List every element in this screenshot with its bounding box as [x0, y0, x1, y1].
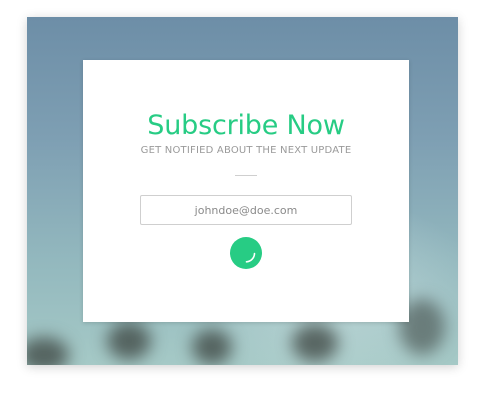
subscribe-card: Subscribe Now GET NOTIFIED ABOUT THE NEX… [83, 60, 409, 322]
background-blurred-shape [292, 324, 338, 362]
subscribe-subtitle: GET NOTIFIED ABOUT THE NEXT UPDATE [140, 145, 352, 156]
background-blurred-shape [27, 337, 69, 365]
submit-button[interactable] [230, 237, 262, 269]
divider [235, 175, 257, 176]
background-blurred-shape [107, 322, 151, 360]
subscribe-title: Subscribe Now [147, 110, 345, 141]
background-blurred-shape [192, 329, 232, 365]
email-input[interactable] [140, 195, 352, 225]
circle-button-arc-icon [245, 252, 256, 263]
